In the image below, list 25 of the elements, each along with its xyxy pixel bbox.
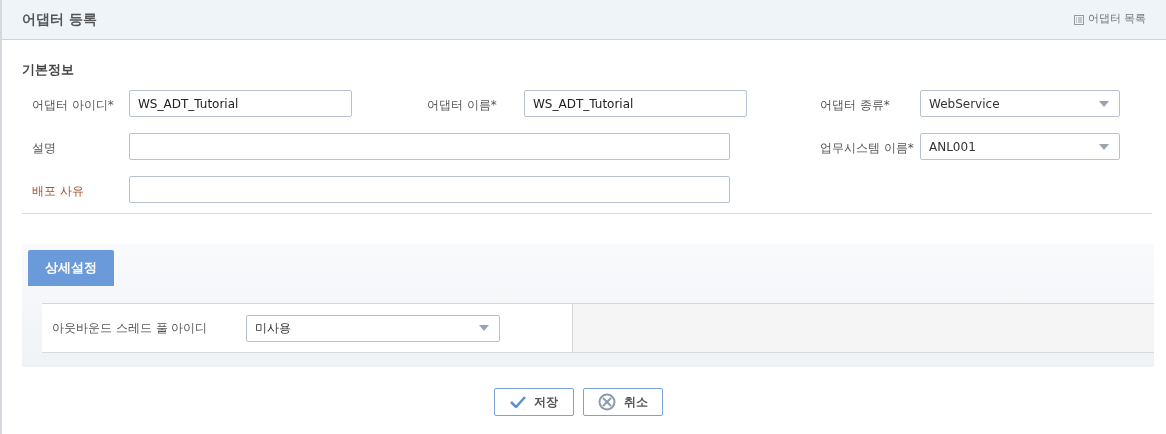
check-icon	[509, 396, 526, 408]
dropdown-caret-icon	[1099, 143, 1109, 150]
list-link[interactable]: 어댑터 목록	[1073, 11, 1146, 28]
field-label: 어댑터 아이디*	[32, 97, 114, 112]
save-button[interactable]: 저장	[493, 388, 574, 416]
field-label: 어댑터 종류*	[820, 97, 890, 112]
dropdown-field[interactable]: ANL001	[920, 133, 1120, 160]
text-field[interactable]: WS_ADT_Tutorial	[524, 90, 747, 117]
close-icon	[597, 393, 616, 411]
text-field[interactable]	[129, 176, 730, 203]
field-label: 아웃바운드 스레드 풀 아이디	[52, 320, 209, 337]
text-field[interactable]	[129, 133, 730, 160]
dropdown-caret-icon	[1099, 100, 1109, 107]
list-icon	[1073, 14, 1084, 25]
field-label: 설명	[32, 140, 56, 155]
dropdown-field[interactable]: WebService	[920, 90, 1120, 117]
field-label: 배포 사유	[32, 183, 84, 198]
dropdown-field[interactable]: 미사용	[246, 314, 500, 342]
field-label: 어댑터 이름*	[427, 97, 497, 112]
cancel-button[interactable]: 취소	[582, 388, 663, 416]
dropdown-caret-icon	[479, 325, 489, 331]
page-title: 어댑터 등록	[22, 10, 97, 29]
section-title: 기본정보	[22, 62, 75, 78]
field-label: 업무시스템 이름*	[820, 140, 914, 155]
text-field[interactable]: WS_ADT_Tutorial	[129, 90, 352, 117]
